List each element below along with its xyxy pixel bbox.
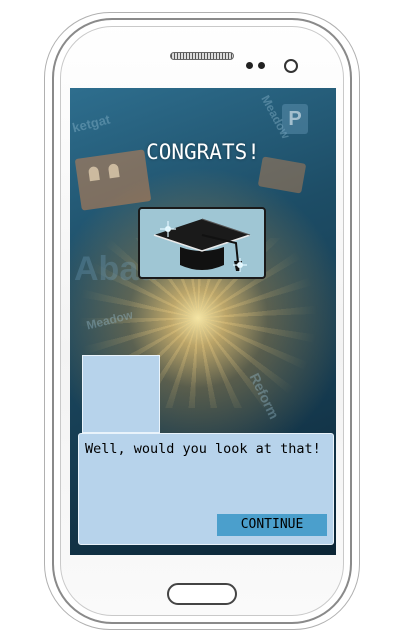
continue-button[interactable]: CONTINUE [217, 514, 327, 536]
speaker-icon [170, 52, 234, 60]
game-screen: ketgat Meadow Abad Meadow Reform P CONGR… [70, 88, 336, 555]
home-button[interactable] [167, 583, 237, 605]
dialog-text: Well, would you look at that! [85, 441, 321, 457]
achievement-badge [138, 207, 266, 279]
sensor-icon [258, 62, 265, 69]
dialog-box: Well, would you look at that! CONTINUE [78, 433, 334, 545]
parking-sign: P [282, 104, 308, 134]
sensor-icon [246, 62, 253, 69]
camera-icon [284, 59, 298, 73]
speaker-portrait [82, 355, 160, 433]
congrats-title: CONGRATS! [146, 140, 260, 164]
graduation-cap-icon [153, 218, 251, 272]
